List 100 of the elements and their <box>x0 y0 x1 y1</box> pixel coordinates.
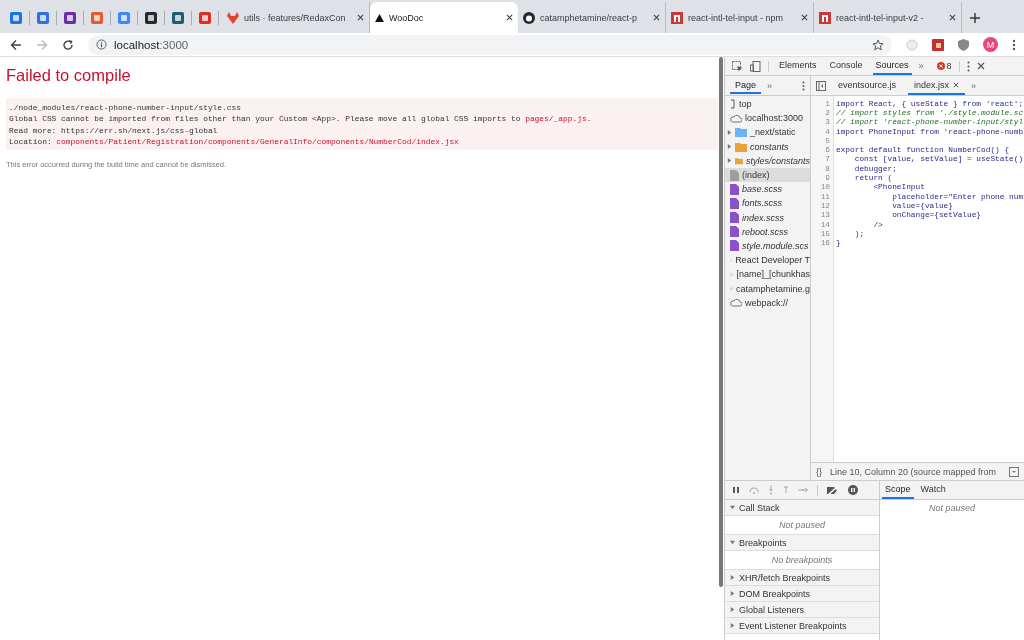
browser-tab[interactable]: react-intl-tel-input-v2 - <box>814 2 962 33</box>
reload-icon[interactable] <box>62 38 74 51</box>
site-icon <box>91 11 103 24</box>
sidebar-tab[interactable]: Scope <box>882 481 914 499</box>
drawer-icon[interactable] <box>1009 466 1019 477</box>
address-bar[interactable]: localhost:3000 <box>88 34 892 55</box>
deactivate-breakpoints-icon[interactable] <box>827 485 839 495</box>
expand-arrow-icon[interactable] <box>730 575 735 580</box>
section-header[interactable]: Global Listeners <box>725 602 879 618</box>
tree-row[interactable]: React Developer T <box>725 253 810 268</box>
close-icon[interactable] <box>506 14 513 21</box>
close-icon[interactable] <box>801 14 808 21</box>
frame-icon <box>730 99 736 110</box>
expand-arrow-icon[interactable] <box>727 129 732 135</box>
format-button[interactable]: {} <box>816 466 822 477</box>
tree-row[interactable]: fonts.scss <box>725 196 810 211</box>
section-header[interactable]: DOM Breakpoints <box>725 586 879 602</box>
file-tab[interactable]: eventsource.js <box>832 76 903 95</box>
tree-row[interactable]: base.scss <box>725 182 810 197</box>
tree-row[interactable]: webpack:// <box>725 295 810 310</box>
tree-row[interactable]: index.scss <box>725 210 810 225</box>
inspect-icon[interactable] <box>732 60 743 72</box>
tree-row[interactable]: constants <box>725 139 810 154</box>
expand-arrow-icon[interactable] <box>730 623 735 628</box>
devtools-tab[interactable]: Elements <box>776 57 820 75</box>
tab-title: react-intl-tel-input-v2 - <box>836 12 925 23</box>
new-tab-icon[interactable] <box>970 12 980 23</box>
site-icon <box>118 11 130 24</box>
section-header[interactable]: XHR/fetch Breakpoints <box>725 570 879 586</box>
more-tabs-button[interactable]: » <box>767 80 773 91</box>
sidebar-tab[interactable]: Watch <box>917 481 949 499</box>
more-tabs-button[interactable]: » <box>971 80 977 91</box>
tree-label: reboot.scss <box>742 226 789 237</box>
device-icon[interactable] <box>750 60 761 72</box>
tree-row[interactable]: localhost:3000 <box>725 111 810 126</box>
tree-row[interactable]: top <box>725 97 810 112</box>
browser-tab[interactable]: WooDoc <box>370 2 518 33</box>
fox-icon <box>227 11 239 24</box>
tree-row[interactable]: (index) <box>725 167 810 183</box>
browser-tab[interactable]: react-intl-tel-input - npm <box>666 2 814 33</box>
tree-label: styles/constants <box>745 155 810 166</box>
error-count[interactable]: 8 <box>936 61 952 71</box>
menu-icon[interactable] <box>802 80 805 91</box>
site-icon <box>145 11 157 24</box>
section-title: Global Listeners <box>739 604 805 615</box>
menu-icon[interactable] <box>966 60 970 72</box>
expand-arrow-icon[interactable] <box>730 591 735 596</box>
tab-title: catamphetamine/react-p <box>540 12 639 23</box>
shield-icon[interactable] <box>958 38 969 51</box>
close-icon[interactable] <box>357 14 364 21</box>
browser-tab[interactable]: catamphetamine/react-p <box>518 2 666 33</box>
extension-icon[interactable] <box>932 38 944 51</box>
expand-arrow-icon[interactable] <box>730 607 735 612</box>
close-icon[interactable] <box>953 81 960 88</box>
sidebar-toggle-icon[interactable] <box>816 80 826 91</box>
section-title: Event Listener Breakpoints <box>739 620 847 631</box>
expand-arrow-icon[interactable] <box>730 505 735 510</box>
pause-exceptions-icon[interactable] <box>848 485 858 495</box>
more-tabs-button[interactable]: » <box>918 61 924 71</box>
tree-label: (index) <box>742 170 770 181</box>
close-icon[interactable] <box>653 14 660 21</box>
menu-icon[interactable] <box>1012 38 1016 51</box>
section-title: DOM Breakpoints <box>739 588 811 599</box>
file-tab[interactable]: index.jsx <box>908 76 966 95</box>
npm-icon <box>671 11 683 24</box>
scrollbar[interactable] <box>719 57 723 587</box>
pause-icon[interactable] <box>732 486 740 494</box>
tree-label: fonts.scss <box>742 198 782 209</box>
section-title: XHR/fetch Breakpoints <box>739 572 831 583</box>
tree-label: base.scss <box>742 184 783 195</box>
error-title: Failed to compile <box>6 66 132 85</box>
section-header[interactable]: Breakpoints <box>725 535 879 551</box>
close-icon[interactable] <box>976 62 985 70</box>
tree-row[interactable]: _next/static <box>725 125 810 140</box>
expand-arrow-icon[interactable] <box>727 144 732 150</box>
empty-message: Not paused <box>928 503 975 513</box>
info-icon <box>96 39 107 50</box>
tab-title: WooDoc <box>389 12 425 23</box>
navigator-tab[interactable]: Page <box>730 77 762 94</box>
devtools-tab[interactable]: Console <box>826 57 866 75</box>
close-icon[interactable] <box>949 14 956 21</box>
profile-avatar[interactable]: M <box>983 37 998 52</box>
tree-row[interactable]: [name]_[chunkhas <box>725 267 810 282</box>
tree-row[interactable]: styles/constants <box>725 153 810 168</box>
tree-label: index.scss <box>742 212 785 223</box>
tree-label: style.module.scs <box>742 240 809 251</box>
expand-arrow-icon[interactable] <box>730 540 735 545</box>
tree-row[interactable]: catamphetamine.g <box>725 281 810 296</box>
section-header[interactable]: Call Stack <box>725 500 879 516</box>
section-header[interactable]: Event Listener Breakpoints <box>725 618 879 634</box>
tree-label: constants <box>750 141 789 152</box>
section-title: Breakpoints <box>739 537 787 548</box>
github-icon <box>523 11 535 24</box>
section-title: Call Stack <box>739 502 780 513</box>
expand-arrow-icon[interactable] <box>727 158 732 164</box>
tree-row[interactable]: reboot.scss <box>725 224 810 239</box>
tree-row[interactable]: style.module.scs <box>725 238 810 254</box>
back-icon[interactable] <box>10 38 22 51</box>
star-icon[interactable] <box>872 38 884 51</box>
empty-message: No breakpoints <box>771 555 833 565</box>
